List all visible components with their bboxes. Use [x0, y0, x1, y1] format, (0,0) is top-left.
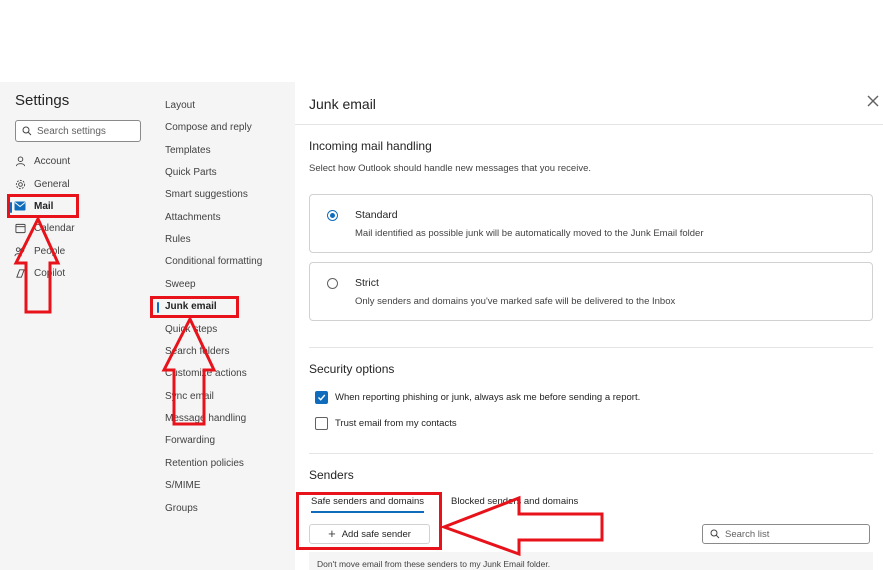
subnav-item-forwarding[interactable]: Forwarding	[165, 434, 215, 448]
top-blank-area	[0, 0, 883, 82]
person-icon	[14, 155, 26, 167]
standard-description: Mail identified as possible junk will be…	[355, 228, 704, 239]
incoming-mail-title: Incoming mail handling	[309, 139, 432, 153]
calendar-icon	[14, 222, 26, 234]
security-options-title: Security options	[309, 362, 395, 376]
nav-item-mail[interactable]: Mail	[14, 196, 53, 216]
nav-item-account[interactable]: Account	[14, 151, 70, 171]
subnav-item-smart-suggestions[interactable]: Smart suggestions	[165, 188, 248, 202]
trust-contacts-option[interactable]: Trust email from my contacts	[315, 416, 457, 430]
subnav-item-compose-and-reply[interactable]: Compose and reply	[165, 121, 252, 135]
nav-item-copilot[interactable]: Copilot	[14, 263, 65, 283]
search-list-input[interactable]	[725, 528, 865, 540]
phishing-report-label: When reporting phishing or junk, always …	[335, 391, 641, 403]
subnav-item-layout[interactable]: Layout	[165, 99, 195, 113]
nav-item-general[interactable]: General	[14, 174, 70, 194]
subnav-item-sweep[interactable]: Sweep	[165, 278, 196, 292]
subnav-item-search-folders[interactable]: Search folders	[165, 345, 229, 359]
junk-email-panel: Junk email Incoming mail handling Select…	[295, 82, 883, 570]
search-icon	[22, 126, 32, 136]
subnav-item-sync-email[interactable]: Sync email	[165, 390, 214, 404]
add-safe-sender-button[interactable]: + Add safe sender	[309, 524, 430, 544]
nav-item-label: General	[34, 178, 70, 190]
safe-senders-info: Don't move email from these senders to m…	[309, 552, 873, 570]
nav-item-label: People	[34, 245, 66, 257]
subnav-item-conditional-formatting[interactable]: Conditional formatting	[165, 255, 262, 269]
strict-description: Only senders and domains you've marked s…	[355, 296, 676, 307]
senders-title: Senders	[309, 468, 354, 482]
strict-radio[interactable]	[327, 278, 338, 289]
subnav-item-quick-steps[interactable]: Quick steps	[165, 323, 217, 337]
subnav-item-attachments[interactable]: Attachments	[165, 211, 221, 225]
search-icon	[710, 529, 720, 539]
subnav-item-quick-parts[interactable]: Quick Parts	[165, 166, 217, 180]
close-icon[interactable]	[865, 93, 881, 109]
subnav-item-rules[interactable]: Rules	[165, 233, 191, 247]
standard-label: Standard	[355, 209, 398, 221]
strict-option-card[interactable]: Strict Only senders and domains you've m…	[309, 262, 873, 321]
nav-item-label: Copilot	[34, 267, 66, 279]
search-list-box[interactable]	[702, 524, 870, 544]
subnav-item-customize-actions[interactable]: Customize actions	[165, 367, 247, 381]
phishing-report-option[interactable]: When reporting phishing or junk, always …	[315, 390, 640, 404]
add-safe-sender-label: Add safe sender	[341, 528, 411, 540]
gear-icon	[14, 178, 26, 190]
people-icon	[14, 245, 26, 257]
subnav-item-smime[interactable]: S/MIME	[165, 479, 201, 493]
subnav-item-junk-email[interactable]: Junk email	[165, 300, 217, 314]
subnav-active-indicator	[157, 302, 159, 313]
section-divider	[309, 347, 873, 348]
section-divider	[309, 453, 873, 454]
standard-radio[interactable]	[327, 210, 338, 221]
settings-title: Settings	[15, 92, 70, 109]
subnav-item-groups[interactable]: Groups	[165, 502, 198, 516]
nav-item-label: Calendar	[34, 222, 75, 234]
settings-search-input[interactable]	[37, 125, 132, 137]
trust-contacts-label: Trust email from my contacts	[335, 417, 457, 429]
standard-option-card[interactable]: Standard Mail identified as possible jun…	[309, 194, 873, 253]
plus-icon: +	[328, 526, 336, 541]
mail-icon	[14, 200, 26, 212]
copilot-icon	[14, 267, 26, 279]
nav-item-label: Account	[34, 155, 71, 167]
tab-safe-senders[interactable]: Safe senders and domains	[311, 496, 425, 513]
header-divider	[295, 124, 883, 125]
nav-item-people[interactable]: People	[14, 241, 65, 261]
subnav-item-retention-policies[interactable]: Retention policies	[165, 457, 244, 471]
settings-left-nav: Settings Account General Mail Calendar P…	[0, 82, 154, 570]
subnav-item-templates[interactable]: Templates	[165, 144, 211, 158]
strict-label: Strict	[355, 277, 379, 289]
active-indicator	[10, 202, 12, 213]
tab-blocked-senders[interactable]: Blocked senders and domains	[451, 496, 578, 507]
subnav-item-message-handling[interactable]: Message handling	[165, 412, 246, 426]
phishing-report-checkbox[interactable]	[315, 390, 328, 404]
nav-item-label: Mail	[34, 200, 54, 212]
panel-title: Junk email	[309, 96, 376, 112]
mail-settings-subnav: Layout Compose and reply Templates Quick…	[154, 82, 295, 570]
incoming-mail-description: Select how Outlook should handle new mes…	[309, 163, 591, 174]
nav-item-calendar[interactable]: Calendar	[14, 218, 75, 238]
trust-contacts-checkbox[interactable]	[315, 416, 328, 430]
settings-search-box[interactable]	[15, 120, 141, 142]
